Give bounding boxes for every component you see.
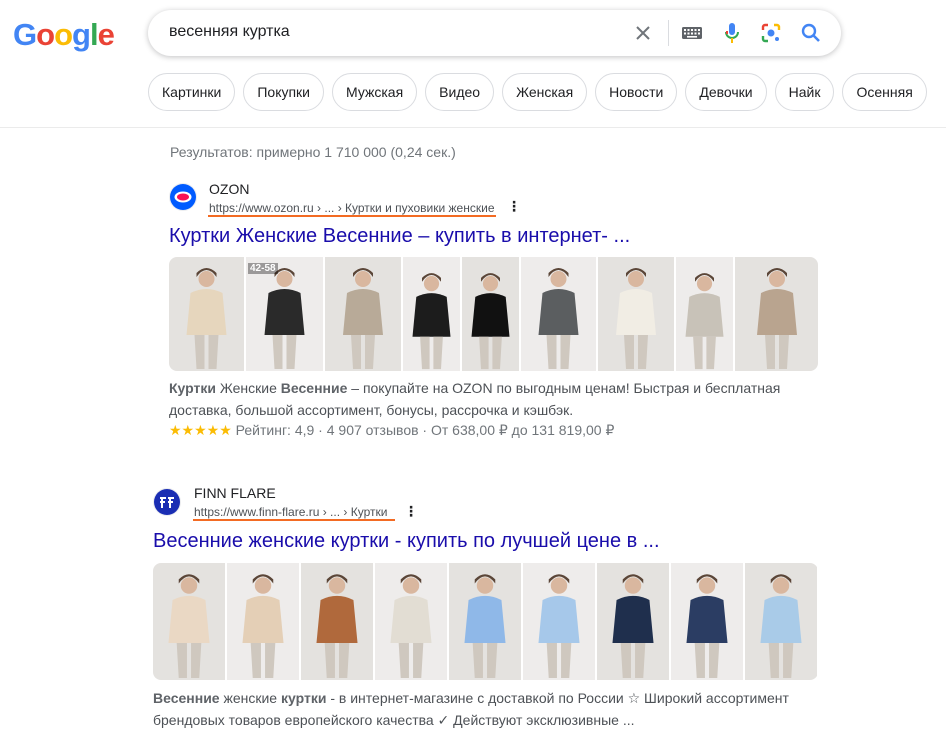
logo-letter: e <box>97 17 115 52</box>
filter-chip[interactable]: Девочки <box>685 73 767 111</box>
clear-icon[interactable] <box>631 21 655 45</box>
result-thumbnail[interactable] <box>676 257 733 371</box>
result-thumbnail[interactable]: 42-58 <box>246 257 323 371</box>
result-title-link[interactable]: Куртки Женские Весенние – купить в интер… <box>169 225 630 248</box>
result-thumbnail[interactable] <box>521 257 596 371</box>
logo-letter: g <box>72 17 91 52</box>
result-thumbnail[interactable] <box>153 563 225 680</box>
result-thumbnail[interactable] <box>745 563 817 680</box>
finn-flare-image-strip[interactable] <box>153 563 818 680</box>
ozon-image-strip[interactable]: 42-58 <box>169 257 818 371</box>
result-thumbnail[interactable] <box>597 563 669 680</box>
keyboard-icon[interactable] <box>680 21 704 45</box>
rating-stars: ★★★★★ <box>169 422 232 438</box>
result-thumbnail[interactable] <box>598 257 674 371</box>
search-divider <box>668 20 669 46</box>
result-thumbnail[interactable] <box>403 257 460 371</box>
snippet-keyword: Весенние <box>153 690 220 706</box>
result-site-name[interactable]: FINN FLARE <box>194 485 276 501</box>
url-underline <box>193 519 395 521</box>
search-icon[interactable] <box>799 21 823 45</box>
result-thumbnail[interactable] <box>375 563 447 680</box>
google-logo[interactable]: Google <box>13 17 115 53</box>
finn-flare-favicon[interactable] <box>153 488 181 516</box>
result-rating: ★★★★★ Рейтинг: 4,9 · 4 907 отзывов · От … <box>169 422 614 439</box>
result-thumbnail[interactable] <box>301 563 373 680</box>
result-thumbnail[interactable] <box>227 563 299 680</box>
search-box[interactable]: весенняя куртка <box>148 10 841 56</box>
result-thumbnail[interactable] <box>169 257 244 371</box>
result-thumbnail[interactable] <box>462 257 519 371</box>
filter-chip[interactable]: Осенняя <box>842 73 927 111</box>
logo-letter: G <box>13 17 37 52</box>
filter-chip[interactable]: Новости <box>595 73 678 111</box>
result-thumbnail[interactable] <box>449 563 521 680</box>
ozon-favicon[interactable] <box>169 183 197 211</box>
result-thumbnail[interactable] <box>735 257 818 371</box>
snippet-keyword: куртки <box>281 690 327 706</box>
filter-chip[interactable]: Мужская <box>332 73 418 111</box>
result-snippet: Куртки Женские Весенние – покупайте на O… <box>169 377 829 421</box>
result-thumbnail[interactable] <box>325 257 401 371</box>
result-url[interactable]: https://www.finn-flare.ru › ... › Куртки <box>194 505 387 519</box>
filter-chip[interactable]: Картинки <box>148 73 236 111</box>
thumbnail-size-badge: 42-58 <box>248 263 278 274</box>
url-underline <box>208 215 496 217</box>
more-options-icon[interactable]: ⋮ <box>507 199 521 213</box>
result-site-name[interactable]: OZON <box>209 181 249 197</box>
logo-letter: l <box>89 17 99 52</box>
filter-chip[interactable]: Покупки <box>243 73 325 111</box>
result-snippet: Весенние женские куртки - в интернет-маг… <box>153 687 833 731</box>
result-thumbnail[interactable] <box>671 563 743 680</box>
rating-text: Рейтинг: 4,9 · 4 907 отзывов · От 638,00… <box>235 422 615 438</box>
result-thumbnail[interactable] <box>523 563 595 680</box>
more-options-icon[interactable]: ⋮ <box>404 504 418 518</box>
mic-icon[interactable] <box>720 21 744 45</box>
logo-letter: o <box>36 17 55 52</box>
search-input[interactable]: весенняя куртка <box>169 23 290 41</box>
logo-letter: o <box>54 17 73 52</box>
snippet-keyword: Куртки <box>169 380 216 396</box>
result-url[interactable]: https://www.ozon.ru › ... › Куртки и пух… <box>209 201 495 215</box>
filter-chip[interactable]: Женская <box>502 73 588 111</box>
lens-icon[interactable] <box>759 21 783 45</box>
filter-chips: Картинки Покупки Мужская Видео Женская Новост… <box>148 73 927 111</box>
filter-chip[interactable]: Найк <box>774 73 835 111</box>
snippet-text: Женские <box>215 380 281 396</box>
snippet-keyword: Весенние <box>280 380 348 396</box>
snippet-text: женские <box>219 690 281 706</box>
result-stats: Результатов: примерно 1 710 000 (0,24 се… <box>170 144 456 160</box>
result-title-link[interactable]: Весенние женские куртки - купить по лучш… <box>153 530 660 553</box>
header-divider <box>0 127 946 128</box>
filter-chip[interactable]: Видео <box>425 73 495 111</box>
